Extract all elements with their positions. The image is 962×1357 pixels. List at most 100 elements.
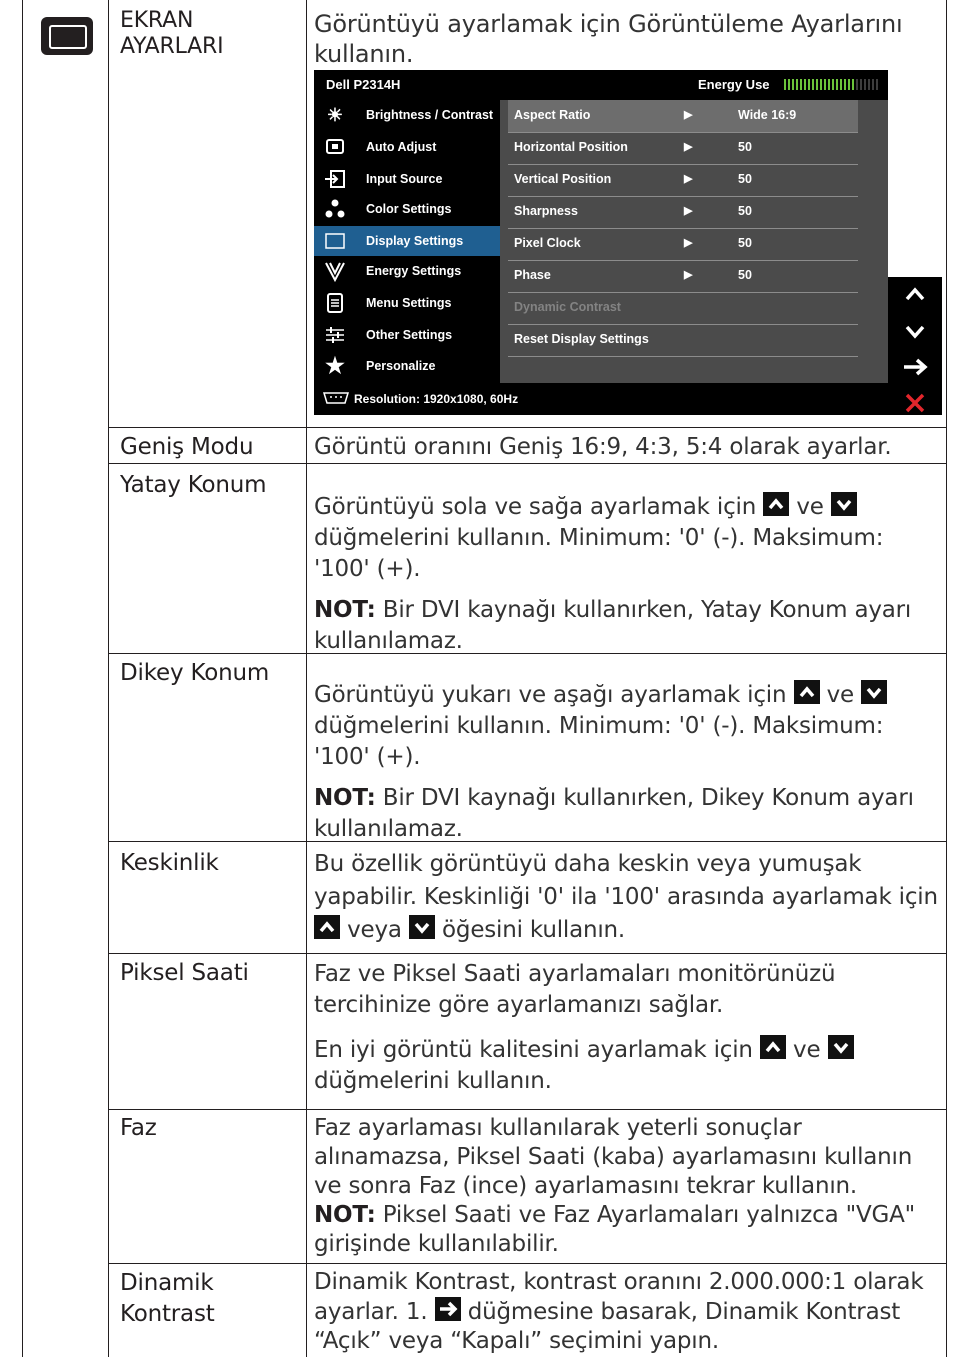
row-desc-dikey-konum: Görüntüyü yukarı ve aşağı ayarlamak için… bbox=[314, 680, 942, 845]
osd-setting-phase[interactable]: Phase ▶ 50 bbox=[508, 260, 858, 293]
intro-line2: kullanın. bbox=[314, 40, 414, 68]
osd-menu-label: Energy Settings bbox=[366, 264, 462, 278]
energy-meter-tick bbox=[820, 79, 822, 90]
osd-setting-aspect-ratio[interactable]: Aspect Ratio ▶ Wide 16:9 bbox=[508, 100, 858, 133]
osd-setting-label: Phase bbox=[514, 268, 551, 282]
right-triangle-icon: ▶ bbox=[684, 173, 693, 185]
energy-meter-tick bbox=[792, 79, 794, 90]
osd-menu-item-brightness[interactable]: ☀ Brightness / Contrast bbox=[314, 100, 500, 130]
energy-meter-tick bbox=[872, 79, 874, 90]
brightness-icon: ☀ bbox=[326, 105, 344, 125]
right-triangle-icon: ▶ bbox=[684, 205, 693, 217]
osd-menu-item-menu-settings[interactable]: Menu Settings bbox=[314, 288, 500, 318]
down-button-icon bbox=[861, 680, 888, 704]
osd-menu-item-color-settings[interactable]: Color Settings bbox=[314, 194, 500, 224]
text: Bu özellik görüntüyü daha keskin veya yu… bbox=[314, 851, 938, 910]
note-text: Piksel Saati ve Faz Ayarlamaları yalnızc… bbox=[314, 1202, 916, 1257]
osd-menu-item-energy-settings[interactable]: Energy Settings bbox=[314, 256, 500, 286]
row-divider bbox=[108, 1263, 947, 1264]
row-desc-keskinlik: Bu özellik görüntüyü daha keskin veya yu… bbox=[314, 848, 942, 947]
energy-meter-tick bbox=[860, 79, 862, 90]
osd-setting-sharpness[interactable]: Sharpness ▶ 50 bbox=[508, 196, 858, 229]
up-button-icon bbox=[759, 1035, 786, 1059]
osd-menu-item-display-settings[interactable]: Display Settings bbox=[314, 226, 500, 256]
energy-meter-tick bbox=[804, 79, 806, 90]
osd-setting-value: Wide 16:9 bbox=[738, 108, 797, 122]
osd-setting-label: Reset Display Settings bbox=[514, 332, 649, 346]
note: NOT: Bir DVI kaynağı kullanırken, Yatay … bbox=[314, 595, 942, 657]
osd-menu-item-auto-adjust[interactable]: Auto Adjust bbox=[314, 132, 500, 162]
energy-meter-tick bbox=[784, 79, 786, 90]
osd-menu-label: Other Settings bbox=[366, 328, 453, 342]
osd-footer: Resolution: 1920x1080, 60Hz bbox=[314, 383, 888, 415]
row-desc-piksel-saati: Faz ve Piksel Saati ayarlamaları monitör… bbox=[314, 959, 942, 1097]
osd-setting-reset-display[interactable]: Reset Display Settings bbox=[508, 324, 858, 357]
osd-setting-label: Horizontal Position bbox=[514, 140, 628, 154]
intro-line1: Görüntüyü ayarlamak için Görüntüleme Aya… bbox=[314, 10, 903, 38]
table-border-col2 bbox=[306, 0, 307, 1357]
osd-menu-item-other-settings[interactable]: Other Settings bbox=[314, 320, 500, 350]
osd-setting-vertical-position[interactable]: Vertical Position ▶ 50 bbox=[508, 164, 858, 197]
row-divider bbox=[108, 1109, 947, 1110]
energy-meter-tick bbox=[844, 79, 846, 90]
close-icon[interactable] bbox=[905, 393, 925, 413]
osd-setting-value: 50 bbox=[738, 236, 752, 250]
row-name-yatay-konum: Yatay Konum bbox=[120, 472, 267, 498]
osd-model: Dell P2314H bbox=[326, 77, 401, 92]
note: NOT: Piksel Saati ve Faz Ayarlamaları ya… bbox=[314, 1201, 942, 1259]
section-title-line1: EKRAN bbox=[120, 8, 194, 33]
osd-menu-label: Personalize bbox=[366, 359, 436, 373]
text: ve bbox=[826, 682, 855, 708]
osd-menu-label: Display Settings bbox=[366, 234, 464, 248]
right-arrow-button-icon bbox=[434, 1297, 461, 1321]
note-text: Bir DVI kaynağı kullanırken, Dikey Konum… bbox=[314, 785, 914, 842]
osd-setting-value: 50 bbox=[738, 172, 752, 186]
energy-meter-tick bbox=[832, 79, 834, 90]
note-label: NOT: bbox=[314, 1202, 376, 1228]
down-button-icon bbox=[830, 492, 857, 516]
display-settings-icon bbox=[41, 17, 93, 55]
right-arrow-icon[interactable] bbox=[904, 358, 928, 376]
up-button-icon bbox=[793, 680, 820, 704]
right-triangle-icon: ▶ bbox=[684, 109, 693, 121]
energy-meter-tick bbox=[856, 79, 858, 90]
energy-meter-tick bbox=[816, 79, 818, 90]
osd-menu-label: Brightness / Contrast bbox=[366, 108, 494, 122]
note-text: Bir DVI kaynağı kullanırken, Yatay Konum… bbox=[314, 597, 912, 654]
row-divider bbox=[108, 953, 947, 954]
down-arrow-icon[interactable] bbox=[905, 325, 925, 339]
osd-setting-label: Pixel Clock bbox=[514, 236, 581, 250]
row-desc-genis-modu: Görüntü oranını Geniş 16:9, 4:3, 5:4 ola… bbox=[314, 434, 892, 460]
osd-menu-item-personalize[interactable]: ★ Personalize bbox=[314, 351, 500, 381]
row-desc-yatay-konum: Görüntüyü sola ve sağa ayarlamak için ve… bbox=[314, 492, 942, 657]
energy-meter-tick bbox=[876, 79, 878, 90]
table-border-left bbox=[22, 0, 23, 1357]
energy-use-meter bbox=[784, 79, 880, 90]
osd-setting-label: Dynamic Contrast bbox=[514, 300, 621, 314]
vga-connector-icon bbox=[322, 391, 350, 405]
auto-adjust-icon bbox=[324, 136, 346, 158]
osd-setting-pixel-clock[interactable]: Pixel Clock ▶ 50 bbox=[508, 228, 858, 261]
note: NOT: Bir DVI kaynağı kullanırken, Dikey … bbox=[314, 783, 942, 845]
osd-setting-value: 50 bbox=[738, 204, 752, 218]
row-name-dinamik-kontrast: Dinamik Kontrast bbox=[120, 1268, 300, 1330]
row-divider bbox=[108, 427, 947, 428]
input-source-icon bbox=[324, 168, 346, 190]
osd-menu-list: ☀ Brightness / Contrast Auto Adjust Inpu… bbox=[314, 100, 500, 383]
row-name-dikey-konum: Dikey Konum bbox=[120, 660, 270, 686]
osd-menu-label: Auto Adjust bbox=[366, 140, 437, 154]
osd-menu-item-input-source[interactable]: Input Source bbox=[314, 164, 500, 194]
energy-meter-tick bbox=[868, 79, 870, 90]
down-button-icon bbox=[827, 1035, 854, 1059]
note-label: NOT: bbox=[314, 785, 376, 811]
other-settings-icon bbox=[324, 324, 346, 346]
text: ve bbox=[793, 1037, 821, 1063]
text: düğmelerini kullanın. bbox=[314, 1068, 552, 1094]
text: Görüntüyü sola ve sağa ayarlamak için bbox=[314, 494, 757, 520]
osd-setting-value: 50 bbox=[738, 140, 752, 154]
energy-meter-tick bbox=[852, 79, 854, 90]
text: Görüntüyü yukarı ve aşağı ayarlamak için bbox=[314, 682, 787, 708]
energy-meter-tick bbox=[828, 79, 830, 90]
up-arrow-icon[interactable] bbox=[905, 287, 925, 301]
osd-setting-horizontal-position[interactable]: Horizontal Position ▶ 50 bbox=[508, 132, 858, 165]
